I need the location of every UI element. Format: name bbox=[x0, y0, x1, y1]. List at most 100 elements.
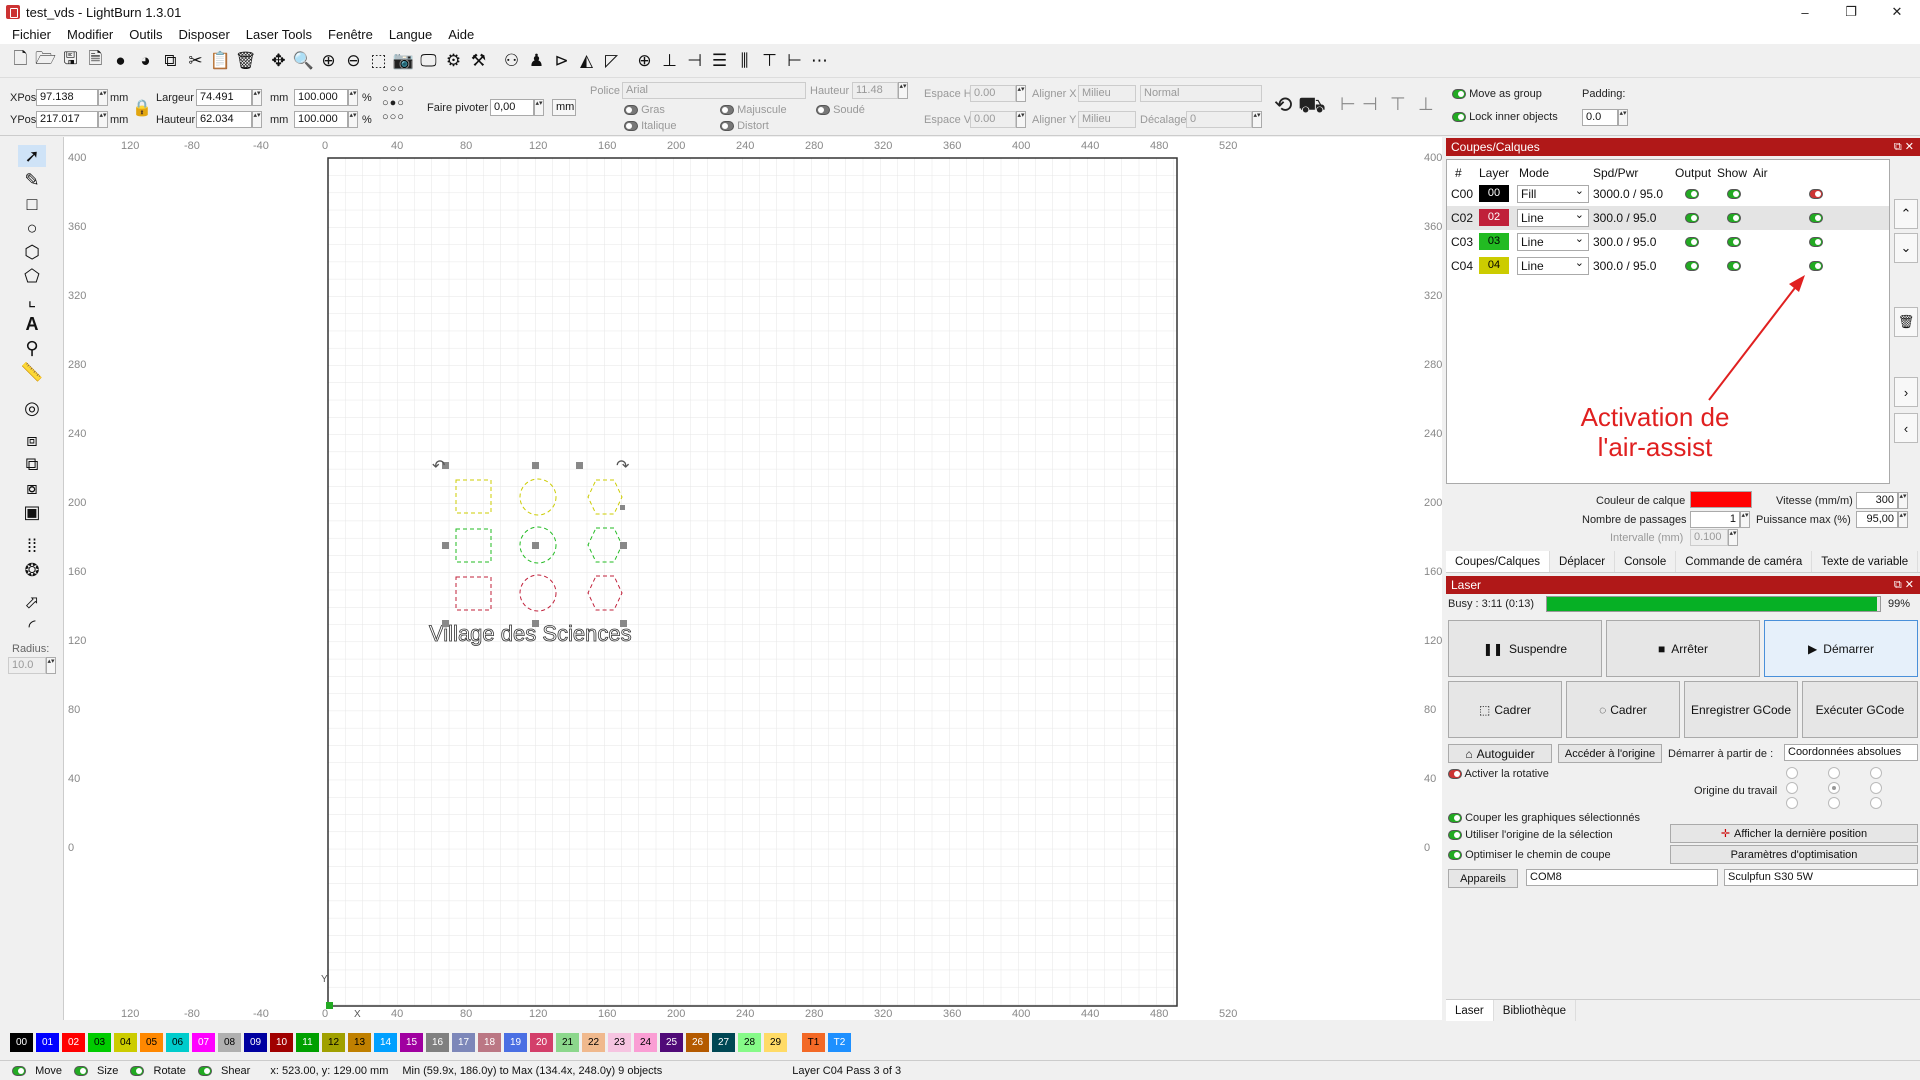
radius-input[interactable]: 10.0 bbox=[8, 657, 46, 674]
vspace-spin[interactable]: ▴▾ bbox=[1016, 111, 1026, 128]
rounded-corner-icon[interactable]: ◜ bbox=[18, 615, 46, 637]
align-top-icon[interactable]: ⊤ bbox=[757, 48, 782, 74]
minimize-button[interactable]: – bbox=[1782, 0, 1828, 24]
radius-spin[interactable]: ▴▾ bbox=[46, 657, 56, 674]
move-as-group-toggle[interactable] bbox=[1452, 89, 1466, 100]
rotate-input[interactable]: 0,00 bbox=[490, 99, 534, 116]
palette-swatch-T1[interactable]: T1 bbox=[802, 1032, 825, 1052]
position-laser-icon[interactable]: ⌞ bbox=[18, 289, 46, 311]
offset-shapes-icon[interactable]: ◎ bbox=[18, 397, 46, 419]
rotate-handle-icon[interactable]: ↶ bbox=[432, 458, 445, 475]
boolean-weld-icon[interactable]: ▣ bbox=[18, 501, 46, 523]
undo-icon[interactable]: ● bbox=[108, 48, 133, 74]
xpos-input[interactable]: 97.138 bbox=[36, 89, 98, 106]
path-preview-icon[interactable]: ⟲ bbox=[1274, 92, 1292, 118]
align-left-edge-icon[interactable]: ⊢ bbox=[1340, 94, 1356, 115]
draw-lines-icon[interactable]: ✎ bbox=[18, 169, 46, 191]
save-as-icon[interactable]: 🗎 bbox=[83, 48, 108, 74]
frame-circle-button[interactable]: ◌ Cadrer bbox=[1566, 681, 1680, 738]
palette-swatch-22[interactable]: 22 bbox=[582, 1032, 605, 1052]
settings-gear-icon[interactable]: ⚙ bbox=[441, 48, 466, 74]
port-select[interactable]: COM8 bbox=[1526, 869, 1718, 886]
menu-window[interactable]: Fenêtre bbox=[320, 27, 381, 42]
start-button[interactable]: ▶ Démarrer bbox=[1764, 620, 1918, 677]
menu-tools[interactable]: Outils bbox=[121, 27, 170, 42]
mirror-icon[interactable]: ◭ bbox=[574, 48, 599, 74]
palette-swatch-T2[interactable]: T2 bbox=[828, 1032, 851, 1052]
palette-swatch-23[interactable]: 23 bbox=[608, 1032, 631, 1052]
zoom-out-icon[interactable]: ⊖ bbox=[341, 48, 366, 74]
text-mode-select[interactable]: Normal bbox=[1140, 85, 1262, 102]
palette-swatch-09[interactable]: 09 bbox=[244, 1032, 267, 1052]
font-height-spin[interactable]: ▴▾ bbox=[898, 82, 908, 99]
palette-swatch-25[interactable]: 25 bbox=[660, 1032, 683, 1052]
group-icon[interactable]: ⚇ bbox=[499, 48, 524, 74]
save-gcode-button[interactable]: Enregistrer GCode bbox=[1684, 681, 1798, 738]
use-origin-toggle[interactable] bbox=[1448, 830, 1462, 841]
rotate-handle-right-icon[interactable]: ↷ bbox=[616, 458, 630, 475]
ypos-input[interactable]: 217.017 bbox=[36, 111, 98, 128]
width-input[interactable]: 74.491 bbox=[196, 89, 252, 106]
palette-swatch-07[interactable]: 07 bbox=[192, 1032, 215, 1052]
shear-toggle[interactable] bbox=[197, 1065, 212, 1076]
optimize-path-toggle[interactable] bbox=[1448, 850, 1462, 861]
align-middle-icon[interactable]: ⊣ bbox=[682, 48, 707, 74]
rotate-spin[interactable]: ▴▾ bbox=[534, 99, 544, 116]
polygon-icon[interactable]: ⬡ bbox=[18, 241, 46, 263]
select-tool-icon[interactable]: ➚ bbox=[18, 145, 46, 167]
vspace-input[interactable]: 0.00 bbox=[970, 111, 1016, 128]
goto-origin-button[interactable]: Accéder à l'origine bbox=[1558, 744, 1662, 763]
tab-library[interactable]: Bibliothèque bbox=[1494, 1000, 1577, 1021]
pause-button[interactable]: ❚❚ Suspendre bbox=[1448, 620, 1602, 677]
work-area[interactable]: 120 120 -80 -80 -40 -40 0 0 40 40 80 80 120 120 160 160… bbox=[64, 137, 1442, 1020]
speed-input[interactable]: 300 bbox=[1856, 492, 1898, 509]
layers-panel-float-close-icon[interactable]: ⧉ ✕ bbox=[1894, 138, 1914, 156]
move-layer-down-icon[interactable]: ⌄ bbox=[1894, 233, 1918, 263]
rectangle-icon[interactable]: □ bbox=[18, 193, 46, 215]
rotary-toggle[interactable] bbox=[1448, 769, 1462, 780]
pin-marker-icon[interactable]: ⚲ bbox=[18, 337, 46, 359]
palette-swatch-16[interactable]: 16 bbox=[426, 1032, 449, 1052]
align-bottom-edge-icon[interactable]: ⊥ bbox=[1418, 94, 1434, 115]
measure-icon[interactable]: 📏 bbox=[18, 361, 46, 383]
origin-radio-bc[interactable] bbox=[1828, 797, 1840, 809]
height-percent-input[interactable]: 100.000 bbox=[294, 111, 348, 128]
ungroup-icon[interactable]: ♟ bbox=[524, 48, 549, 74]
palette-swatch-02[interactable]: 02 bbox=[62, 1032, 85, 1052]
lock-ratio-icon[interactable]: 🔒 bbox=[132, 98, 152, 118]
machine-tools-icon[interactable]: ⚒ bbox=[466, 48, 491, 74]
palette-swatch-21[interactable]: 21 bbox=[556, 1032, 579, 1052]
palette-swatch-11[interactable]: 11 bbox=[296, 1032, 319, 1052]
palette-swatch-24[interactable]: 24 bbox=[634, 1032, 657, 1052]
laser-panel-float-close-icon[interactable]: ⧉ ✕ bbox=[1894, 576, 1914, 594]
distribute-spacing-icon[interactable]: ⋯ bbox=[807, 48, 832, 74]
rotate-unit[interactable]: mm bbox=[552, 99, 576, 116]
palette-swatch-01[interactable]: 01 bbox=[36, 1032, 59, 1052]
delete-icon[interactable]: 🗑 bbox=[233, 48, 258, 74]
palette-swatch-04[interactable]: 04 bbox=[114, 1032, 137, 1052]
padding-spin[interactable]: ▴▾ bbox=[1618, 109, 1628, 126]
hspace-input[interactable]: 0.00 bbox=[970, 85, 1016, 102]
offset-input[interactable]: 0 bbox=[1186, 111, 1252, 128]
stop-button[interactable]: ■ Arrêter bbox=[1606, 620, 1760, 677]
italic-toggle[interactable] bbox=[624, 121, 638, 132]
palette-swatch-18[interactable]: 18 bbox=[478, 1032, 501, 1052]
boolean-subtract-icon[interactable]: ⧉ bbox=[18, 453, 46, 475]
open-folder-icon[interactable]: 🗁 bbox=[33, 48, 58, 74]
ellipse-icon[interactable]: ○ bbox=[18, 217, 46, 239]
paste-icon[interactable]: 📋 bbox=[208, 48, 233, 74]
expand-right-icon[interactable]: › bbox=[1894, 377, 1918, 407]
interval-input[interactable]: 0.100 bbox=[1690, 529, 1728, 546]
palette-swatch-10[interactable]: 10 bbox=[270, 1032, 293, 1052]
pan-icon[interactable]: ✥ bbox=[266, 48, 291, 74]
interval-spin[interactable]: ▴▾ bbox=[1728, 529, 1738, 546]
tab-laser[interactable]: Laser bbox=[1446, 1000, 1494, 1021]
passes-input[interactable]: 1 bbox=[1690, 511, 1740, 528]
align-left-icon[interactable]: ⊢ bbox=[782, 48, 807, 74]
frame-button[interactable]: ⬚ Cadrer bbox=[1448, 681, 1562, 738]
anchor-grid-icon[interactable]: ○○○ ○●○ ○○○ bbox=[382, 82, 405, 124]
maximize-button[interactable]: ❐ bbox=[1828, 0, 1874, 24]
palette-swatch-15[interactable]: 15 bbox=[400, 1032, 423, 1052]
palette-swatch-26[interactable]: 26 bbox=[686, 1032, 709, 1052]
menu-arrange[interactable]: Disposer bbox=[171, 27, 238, 42]
